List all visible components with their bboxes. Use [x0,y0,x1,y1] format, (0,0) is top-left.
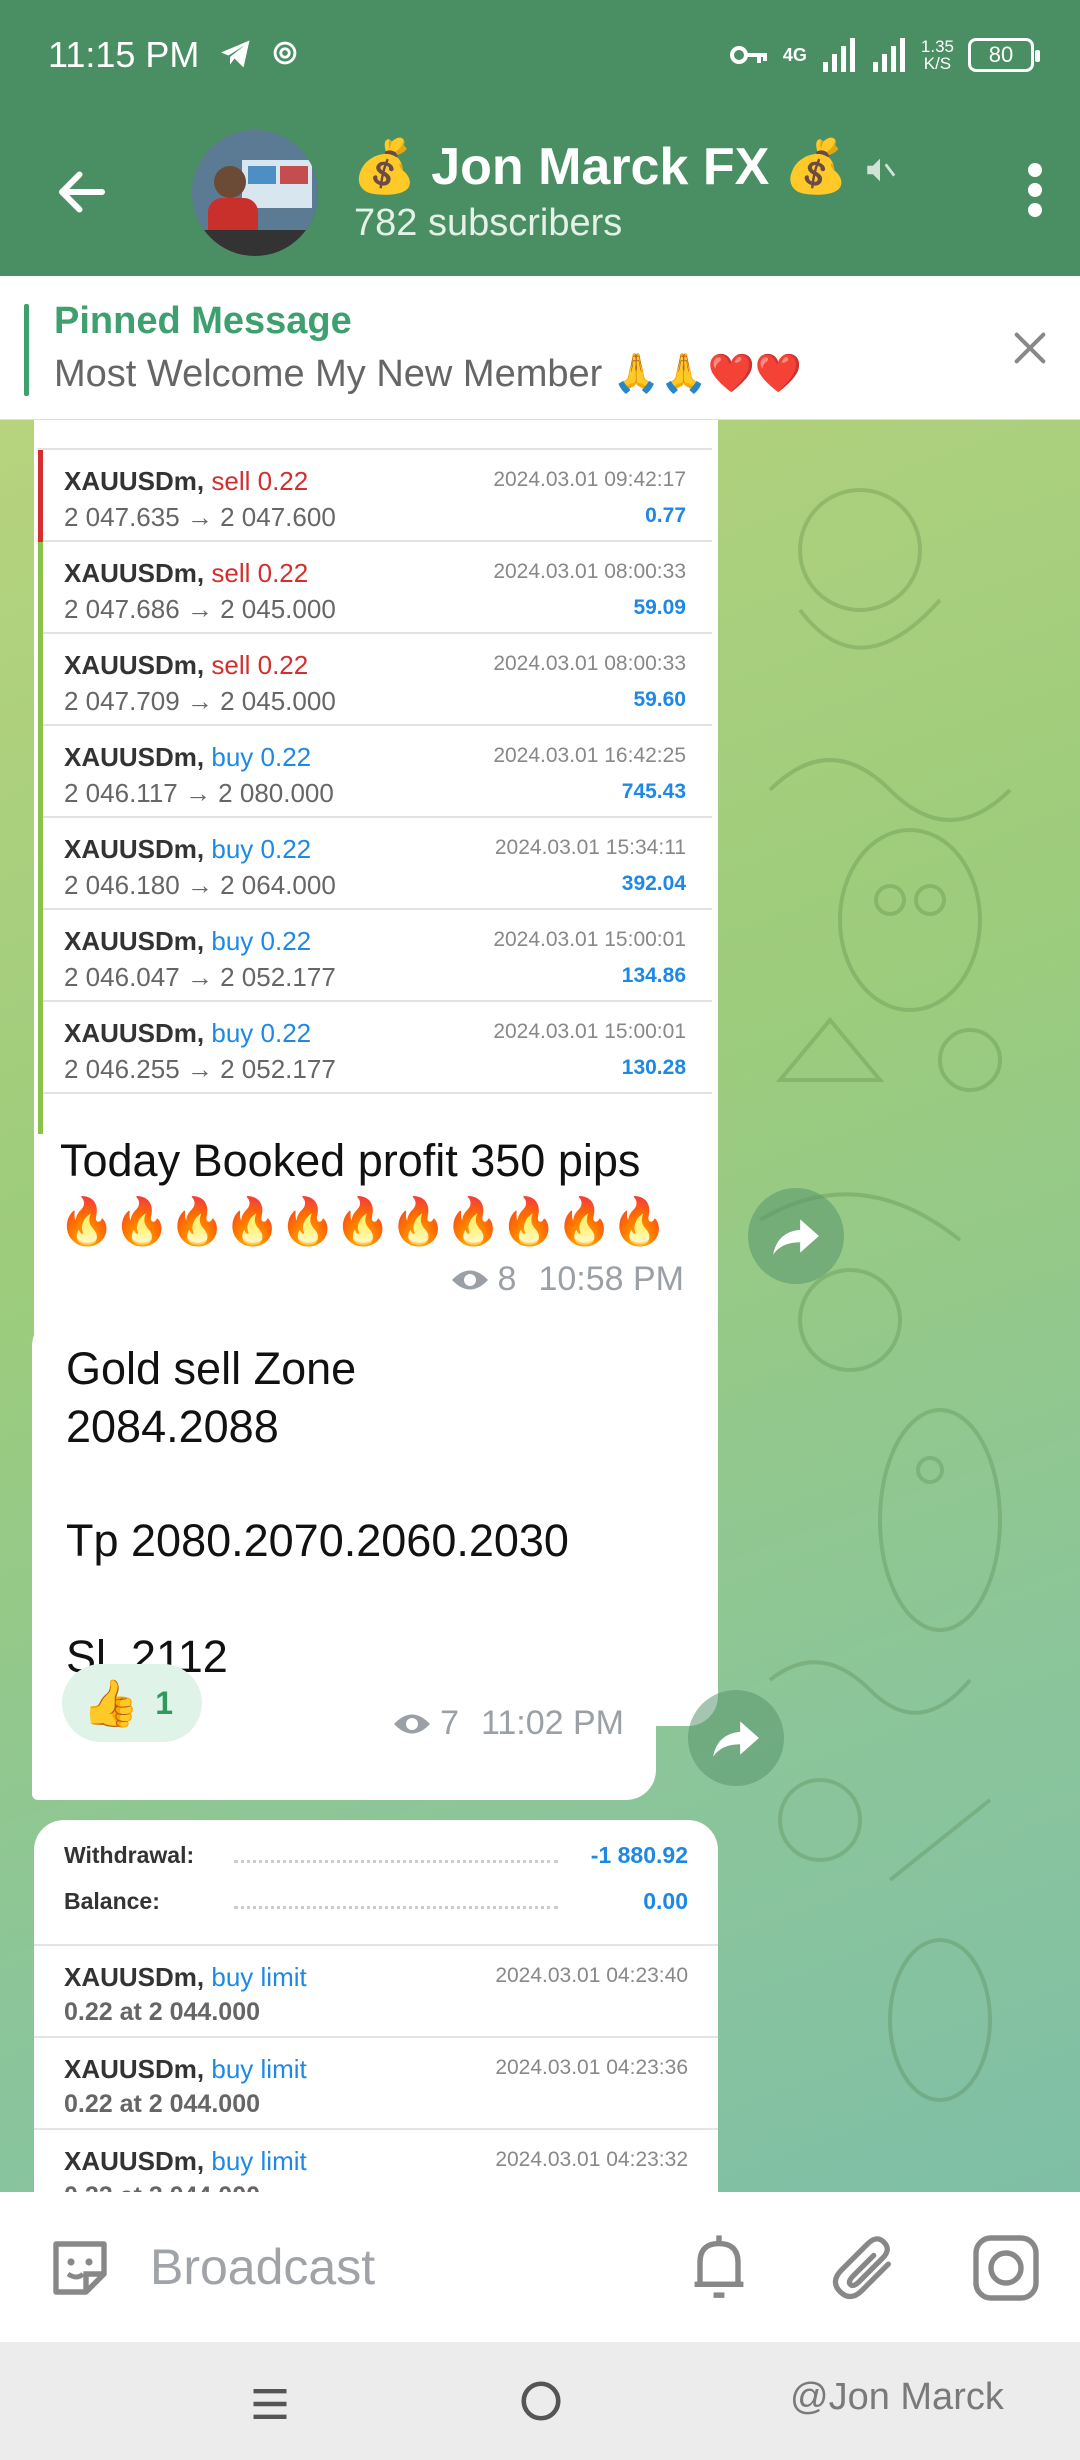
watermark: @Jon Marck [790,2376,1004,2418]
pinned-accent-bar [24,304,29,396]
close-icon[interactable] [1010,328,1050,368]
row-stripe [38,818,43,910]
table-row: XAUUSDm, buy 0.22 2 046.180 → 2 064.000 … [38,818,712,910]
channel-title[interactable]: 💰 Jon Marck FX 💰 [352,136,897,197]
withdrawal-row: Withdrawal: -1 880.92 [64,1842,688,1868]
signal-icon [822,38,855,72]
channel-header: 💰 Jon Marck FX 💰 782 subscribers [0,110,1080,276]
message-meta: 7 11:02 PM [392,1704,624,1743]
row-stripe [38,542,43,634]
row-stripe [38,1002,43,1094]
table-row: XAUUSDm, buy 0.22 2 046.047 → 2 052.177 … [38,910,712,1002]
views-eye-icon [451,1270,488,1289]
more-menu-icon[interactable] [1020,160,1050,220]
status-time: 11:15 PM [48,34,200,75]
trade-row-partial [38,428,712,450]
trade-row-partial [38,1094,712,1134]
list-item: XAUUSDm, buy limit 0.22 at 2 044.000 202… [34,2128,718,2192]
channel-avatar[interactable] [192,130,318,256]
pinned-title: Pinned Message [54,300,352,342]
list-item: XAUUSDm, buy limit 0.22 at 2 044.000 202… [34,1944,718,2036]
balance-row: Balance: 0.00 [64,1888,688,1914]
message-bubble-orders[interactable]: Withdrawal: -1 880.92 Balance: 0.00 XAUU… [34,1820,718,2192]
pinned-text: Most Welcome My New Member 🙏🙏❤️❤️ [54,353,803,395]
sticker-icon[interactable] [44,2232,116,2304]
table-row: XAUUSDm, buy 0.22 2 046.255 → 2 052.177 … [38,1002,712,1094]
row-stripe [38,450,43,542]
bell-icon[interactable] [686,2230,752,2306]
table-row: XAUUSDm, sell 0.22 2 047.686 → 2 045.000… [38,542,712,634]
message-time: 11:02 PM [480,1704,624,1742]
broadcast-input-bar: Broadcast [0,2192,1080,2342]
background-doodle [758,488,1012,2102]
row-stripe [38,634,43,726]
message-text: Today Booked profit 350 pips [60,1135,641,1186]
telegram-icon [221,40,250,68]
message-bubble-signal[interactable]: Gold sell Zone 2084.2088 Tp 2080.2070.20… [32,1316,656,1800]
signal-line-3: Tp 2080.2070.2060.2030 [66,1515,569,1566]
share-icon [773,1219,819,1255]
message-meta: 8 10:58 PM [450,1260,684,1299]
key-icon [729,46,767,64]
fire-emojis: 🔥🔥🔥🔥🔥🔥🔥🔥🔥🔥🔥 [58,1195,668,1247]
back-arrow-icon[interactable] [52,162,112,222]
view-count: 8 [497,1260,517,1298]
message-time: 10:58 PM [538,1260,684,1298]
status-bar: 11:15 PM 4G 1.35 K/S 80 [0,0,1080,110]
subscriber-count: 782 subscribers [354,202,623,244]
row-stripe [38,910,43,1002]
battery-indicator: 80 [968,38,1040,72]
pinned-message-bar[interactable]: Pinned Message Most Welcome My New Membe… [0,276,1080,420]
signal-line-1: Gold sell Zone [66,1343,357,1394]
attach-icon[interactable] [830,2232,900,2302]
camera-icon[interactable] [970,2232,1042,2304]
row-stripe [38,726,43,818]
broadcast-input[interactable]: Broadcast [150,2238,375,2296]
recents-icon[interactable] [248,2382,292,2426]
signal-icon-2 [872,38,905,72]
table-row: XAUUSDm, sell 0.22 2 047.635 → 2 047.600… [38,450,712,542]
thumbs-up-icon: 👍 [82,1676,140,1729]
list-item: XAUUSDm, buy limit 0.22 at 2 044.000 202… [34,2036,718,2128]
network-type: 4G [782,44,807,65]
gear-icon [273,41,297,65]
share-button[interactable] [748,1188,844,1284]
row-stripe [38,1094,43,1134]
views-eye-icon [394,1714,431,1733]
net-speed: 1.35 K/S [920,37,954,73]
system-nav-bar: @Jon Marck [0,2342,1080,2460]
signal-line-2: 2084.2088 [66,1401,279,1452]
table-row: XAUUSDm, buy 0.22 2 046.117 → 2 080.000 … [38,726,712,818]
reaction-chip[interactable]: 👍 1 [62,1664,202,1742]
table-row: XAUUSDm, sell 0.22 2 047.709 → 2 045.000… [38,634,712,726]
share-icon [713,1721,759,1757]
view-count: 7 [440,1704,459,1742]
home-icon[interactable] [518,2378,564,2424]
muted-icon [866,158,895,182]
chat-area[interactable]: XAUUSDm, sell 0.22 2 047.635 → 2 047.600… [0,420,1080,2192]
share-button[interactable] [688,1690,784,1786]
reaction-count: 1 [155,1684,174,1721]
